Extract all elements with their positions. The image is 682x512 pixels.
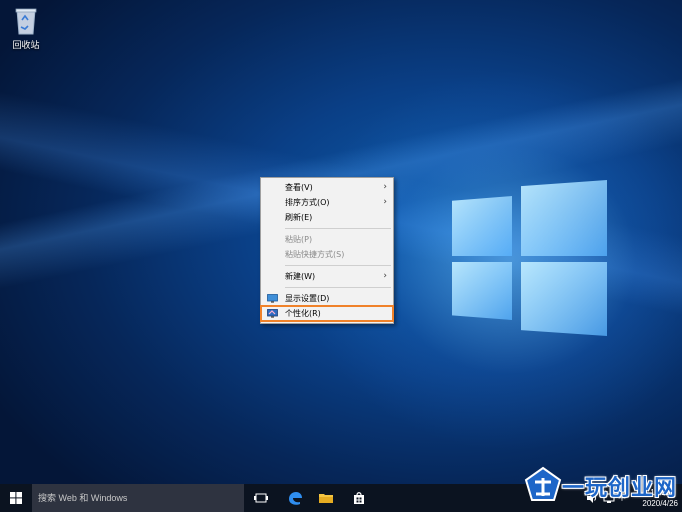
menu-item-label: 粘贴快捷方式(S) [285, 250, 345, 259]
ime-indicator[interactable]: 中 [618, 484, 626, 512]
menu-item-label: 显示设置(D) [285, 294, 330, 303]
menu-item-view[interactable]: 查看(V) › [261, 180, 393, 195]
file-explorer-icon[interactable] [318, 490, 334, 506]
menu-item-refresh[interactable]: 刷新(E) [261, 210, 393, 225]
task-view-icon[interactable] [253, 490, 269, 506]
edge-icon[interactable] [287, 490, 303, 506]
menu-item-display-settings[interactable]: 显示设置(D) [261, 291, 393, 306]
menu-item-label: 粘贴(P) [285, 235, 313, 244]
search-input[interactable]: 搜索 Web 和 Windows [32, 484, 244, 512]
menu-separator [285, 265, 391, 266]
menu-item-sort-by[interactable]: 排序方式(O) › [261, 195, 393, 210]
display-settings-icon [267, 294, 278, 303]
menu-separator [285, 287, 391, 288]
clock-time: 16:28 [650, 488, 671, 497]
menu-item-label: 查看(V) [285, 183, 313, 192]
menu-item-label: 新建(W) [285, 272, 316, 281]
menu-item-paste-shortcut[interactable]: 粘贴快捷方式(S) [261, 247, 393, 262]
clock-date: 2020/4/26 [642, 499, 678, 508]
personalize-icon [267, 309, 278, 318]
menu-item-paste[interactable]: 粘贴(P) [261, 232, 393, 247]
desktop-context-menu: 查看(V) › 排序方式(O) › 刷新(E) 粘贴(P) 粘贴快捷方式(S) … [260, 177, 394, 324]
chevron-right-icon: › [383, 197, 387, 207]
menu-separator [285, 228, 391, 229]
menu-item-personalize[interactable]: 个性化(R) [260, 305, 394, 322]
desktop-icon-recycle-bin[interactable]: 回收站 [6, 4, 46, 51]
start-button[interactable] [0, 484, 32, 512]
recycle-bin-icon [15, 8, 37, 35]
store-icon[interactable] [351, 490, 367, 506]
recycle-bin-label: 回收站 [12, 41, 40, 51]
chevron-right-icon: › [383, 182, 387, 192]
menu-item-label: 刷新(E) [285, 213, 313, 222]
clock[interactable]: 16:28 2020/4/26 [642, 487, 678, 509]
menu-item-label: 个性化(R) [285, 309, 321, 318]
menu-item-label: 排序方式(O) [285, 198, 330, 207]
network-icon[interactable] [603, 492, 615, 504]
chevron-right-icon: › [383, 271, 387, 281]
windows-logo-icon [10, 492, 22, 504]
desktop[interactable]: 回收站 查看(V) › 排序方式(O) › 刷新(E) 粘贴(P) 粘贴快捷方式… [0, 0, 682, 512]
volume-icon[interactable] [586, 492, 598, 504]
taskbar: 搜索 Web 和 Windows 中 16:28 2020/4/26 [0, 484, 682, 512]
menu-item-new[interactable]: 新建(W) › [261, 269, 393, 284]
